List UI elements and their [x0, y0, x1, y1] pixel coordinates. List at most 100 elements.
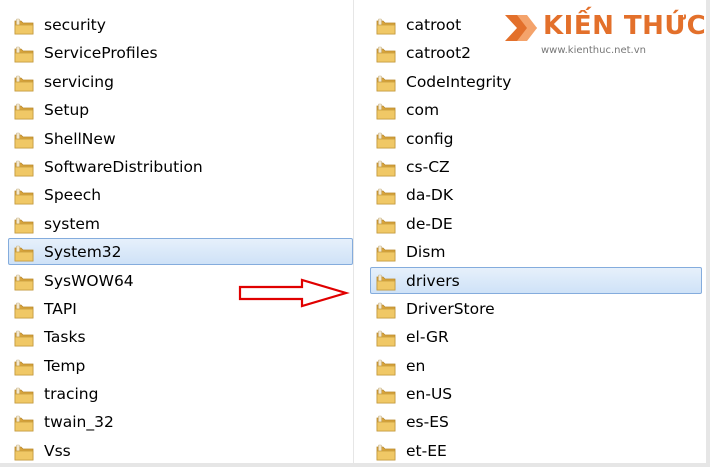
folder-item-label: Vss [44, 441, 71, 460]
screenshot-right-border [706, 0, 710, 467]
folder-item-label: security [44, 16, 106, 34]
folder-icon [14, 103, 34, 120]
folder-item[interactable]: twain_32 [8, 408, 353, 435]
folder-item-label: DriverStore [406, 299, 495, 318]
folder-item[interactable]: cs-CZ [370, 153, 702, 180]
folder-item-label: SysWOW64 [44, 271, 134, 290]
folder-icon [376, 160, 396, 177]
right-folder-rows: catroot catroot2 CodeIntegrity com config cs-… [370, 11, 702, 465]
folder-item-label: tracing [44, 385, 99, 404]
folder-icon [14, 132, 34, 148]
folder-item[interactable]: SoftwareDistribution [8, 153, 353, 180]
folder-item[interactable]: ShellNew [8, 125, 353, 152]
folder-item-label: servicing [44, 72, 114, 91]
folder-item-label: et-EE [406, 441, 447, 460]
folder-icon [14, 359, 34, 376]
right-arrow-icon [238, 278, 350, 308]
folder-item[interactable]: drivers [370, 266, 702, 294]
folder-item[interactable]: en [370, 352, 702, 379]
folder-item-label: ServiceProfiles [44, 44, 158, 63]
folder-item[interactable]: config [370, 125, 702, 152]
folder-item[interactable]: Dism [370, 238, 702, 265]
folder-item[interactable]: el-GR [370, 323, 702, 350]
folder-icon [376, 302, 396, 319]
folder-icon [14, 160, 34, 177]
kienthuc-logo: KIẾN THỨC www.kienthuc.net.vn [503, 9, 707, 59]
folder-item[interactable]: com [370, 96, 702, 123]
folder-item-label: TAPI [44, 299, 77, 318]
folder-item-label: en [406, 356, 426, 375]
folder-item-label: CodeIntegrity [406, 72, 512, 91]
folder-item[interactable]: es-ES [370, 408, 702, 435]
folder-icon [376, 330, 396, 347]
folder-icon [376, 444, 396, 461]
folder-icon [14, 245, 34, 262]
folder-item-label: catroot [406, 16, 462, 34]
left-folder-rows: security ServiceProfiles servicing Setup She… [8, 11, 353, 465]
folder-icon [14, 302, 34, 319]
folder-item[interactable]: de-DE [370, 210, 702, 237]
folder-item[interactable]: et-EE [370, 437, 702, 464]
folder-item[interactable]: DriverStore [370, 295, 702, 322]
folder-icon [14, 416, 34, 432]
folder-item[interactable]: ServiceProfiles [8, 39, 353, 66]
folder-icon [14, 274, 34, 290]
folder-item[interactable]: tracing [8, 380, 353, 407]
folder-icon [376, 47, 396, 63]
folder-item[interactable]: servicing [8, 68, 353, 95]
folder-item-label: Dism [406, 243, 446, 262]
folder-icon [14, 387, 34, 404]
folder-item[interactable]: CodeIntegrity [370, 68, 702, 95]
folder-item[interactable]: da-DK [370, 181, 702, 208]
folder-item-label: cs-CZ [406, 157, 450, 176]
folder-item[interactable]: Setup [8, 96, 353, 123]
folder-icon [376, 189, 396, 205]
folder-item-label: ShellNew [44, 129, 116, 148]
folder-item[interactable]: Tasks [8, 323, 353, 350]
folder-item-label: en-US [406, 385, 453, 404]
folder-icon [376, 274, 396, 290]
folder-icon [376, 359, 396, 376]
screenshot-bottom-border [0, 463, 710, 467]
folder-icon [376, 18, 396, 35]
folder-item[interactable]: System32 [8, 238, 353, 266]
folder-item-label: system [44, 214, 101, 233]
folder-icon [14, 217, 34, 234]
folder-icon [376, 245, 396, 262]
folder-item-label: Tasks [44, 328, 86, 347]
folder-item-label: twain_32 [44, 413, 114, 432]
folder-item[interactable]: Temp [8, 352, 353, 379]
folder-icon [376, 416, 396, 432]
folder-item-label: Speech [44, 186, 102, 205]
folder-item-label: de-DE [406, 214, 453, 233]
left-folder-list: security ServiceProfiles servicing Setup She… [8, 0, 353, 467]
folder-item-label: da-DK [406, 186, 454, 205]
folder-item-label: drivers [406, 271, 460, 290]
folder-icon [14, 47, 34, 63]
right-folder-list: catroot catroot2 CodeIntegrity com config cs-… [370, 0, 702, 467]
folder-item-label: el-GR [406, 328, 449, 347]
folder-item-label: com [406, 101, 440, 120]
folder-icon [14, 330, 34, 347]
folder-item[interactable]: en-US [370, 380, 702, 407]
folder-item[interactable]: security [8, 11, 353, 38]
folder-item-label: Temp [44, 356, 86, 375]
folder-item-label: SoftwareDistribution [44, 157, 203, 176]
kienthuc-logo-icon [505, 15, 537, 41]
folder-icon [376, 132, 396, 148]
folder-item[interactable]: Vss [8, 437, 353, 464]
folder-item[interactable]: system [8, 210, 353, 237]
folder-item-label: Setup [44, 101, 90, 120]
folder-item-label: System32 [44, 243, 122, 262]
folder-item[interactable]: Speech [8, 181, 353, 208]
left-panel-divider [353, 0, 354, 467]
logo-url-text: www.kienthuc.net.vn [541, 45, 646, 56]
folder-item-label: catroot2 [406, 44, 472, 63]
folder-item-label: config [406, 129, 454, 148]
folder-icon [14, 18, 34, 35]
folder-item-label: es-ES [406, 413, 449, 432]
folder-icon [376, 387, 396, 404]
folder-icon [14, 189, 34, 205]
logo-brand-text: KIẾN THỨC [543, 11, 707, 41]
folder-icon [14, 75, 34, 92]
